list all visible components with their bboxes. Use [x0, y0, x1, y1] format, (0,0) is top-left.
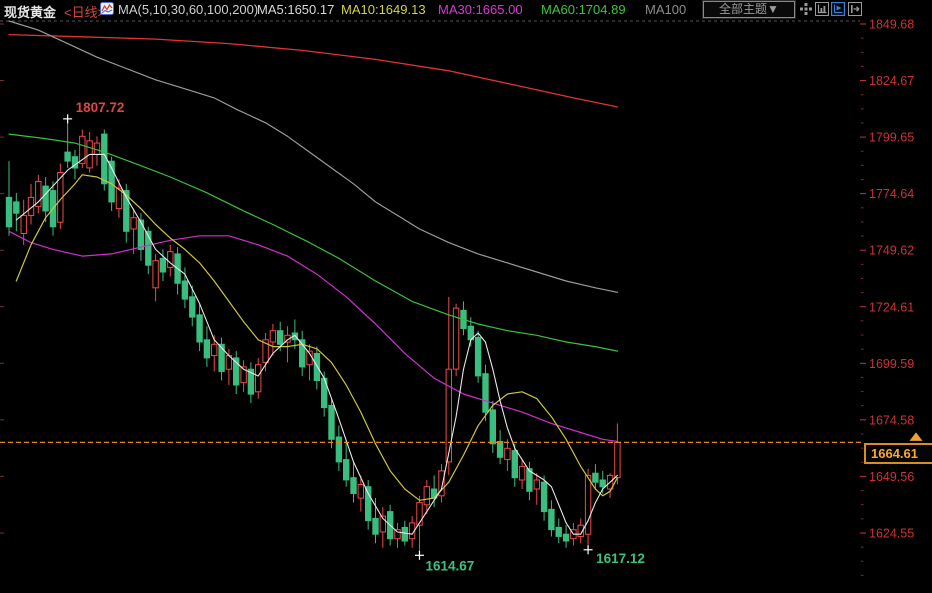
- axis-scale-icon[interactable]: [815, 2, 829, 16]
- candle-down: [402, 527, 407, 541]
- candle-up: [395, 530, 400, 539]
- ma-line-ma30: [9, 231, 617, 441]
- shift-right-icon[interactable]: [848, 2, 862, 16]
- axis-tick-label: 1749.62: [869, 244, 914, 258]
- candle-down: [593, 473, 598, 482]
- candle-down: [14, 202, 19, 213]
- candle-down: [490, 410, 495, 444]
- axis-tick-label: 1799.65: [869, 131, 914, 145]
- candle-down: [197, 315, 202, 342]
- candle-down: [351, 478, 356, 494]
- candle-down: [43, 186, 48, 211]
- candle-down: [204, 340, 209, 358]
- candle-down: [278, 331, 283, 345]
- ma-lines-layer: [9, 21, 617, 534]
- candle-down: [483, 374, 488, 412]
- candle-down: [497, 442, 502, 458]
- ma-line-ma10: [16, 175, 617, 501]
- theme-dropdown-button[interactable]: 全部主题▼: [703, 1, 795, 18]
- candle-down: [190, 297, 195, 317]
- candle-down: [160, 258, 165, 272]
- low-price-label: 1614.67: [425, 558, 474, 573]
- candlestick-chart[interactable]: 1849.68 1824.67 1799.65 1774.64 1749.62 1724.…: [0, 0, 932, 593]
- price-up-arrow-icon: [910, 432, 923, 441]
- candle-down: [563, 534, 568, 541]
- candle-up: [256, 365, 261, 392]
- candle-down: [373, 518, 378, 534]
- ma-line-ma200: [9, 35, 617, 107]
- candle-up: [534, 480, 539, 489]
- candle-down: [600, 480, 605, 487]
- candles-layer: [6, 119, 620, 555]
- candle-up: [212, 344, 217, 355]
- candle-up: [505, 448, 510, 459]
- axis-tick-label: 1774.64: [869, 187, 914, 201]
- low-price-label: 1617.12: [596, 551, 645, 566]
- ma-line-ma100: [9, 21, 617, 292]
- candle-up: [131, 218, 136, 229]
- axis-tick-label: 1724.61: [869, 300, 914, 314]
- candle-down: [6, 197, 11, 226]
- candle-up: [358, 485, 363, 499]
- chart-window: 1849.68 1824.67 1799.65 1774.64 1749.62 1724.…: [0, 0, 932, 593]
- candle-up: [270, 331, 275, 342]
- axis-tick-label: 1699.59: [869, 357, 914, 371]
- candle-down: [138, 220, 143, 249]
- candle-up: [585, 475, 590, 534]
- candle-up: [36, 182, 41, 207]
- pan-move-icon[interactable]: [799, 2, 813, 16]
- high-price-label: 1807.72: [76, 100, 125, 115]
- candle-up: [21, 215, 26, 233]
- axis-tick-label: 1849.68: [869, 18, 914, 32]
- ma-line-ma60: [9, 134, 617, 351]
- price-axis: 1849.68 1824.67 1799.65 1774.64 1749.62 1724.…: [0, 18, 914, 576]
- candle-down: [366, 487, 371, 521]
- candle-up: [615, 442, 620, 477]
- axis-tick-label: 1674.58: [869, 413, 914, 427]
- candle-down: [549, 509, 554, 529]
- axis-tick-label: 1649.56: [869, 470, 914, 484]
- candle-down: [65, 152, 70, 161]
- current-price-layer: [0, 432, 923, 442]
- candle-down: [329, 405, 334, 439]
- auto-follow-icon[interactable]: [831, 2, 845, 16]
- axis-tick-label: 1824.67: [869, 74, 914, 88]
- candle-down: [344, 460, 349, 480]
- candle-up: [446, 369, 451, 462]
- candle-down: [475, 338, 480, 376]
- candle-down: [182, 281, 187, 299]
- candle-down: [556, 527, 561, 536]
- candle-down: [336, 437, 341, 462]
- candle-down: [541, 482, 546, 511]
- axis-tick-label: 1624.55: [869, 526, 914, 540]
- chart-toolbar: 全部主题▼: [0, 1, 932, 17]
- candle-up: [519, 466, 524, 480]
- current-price-box: 1664.61: [864, 443, 932, 464]
- candle-up: [153, 261, 158, 288]
- candle-up: [417, 503, 422, 526]
- candle-down: [512, 451, 517, 478]
- candle-up: [424, 487, 429, 505]
